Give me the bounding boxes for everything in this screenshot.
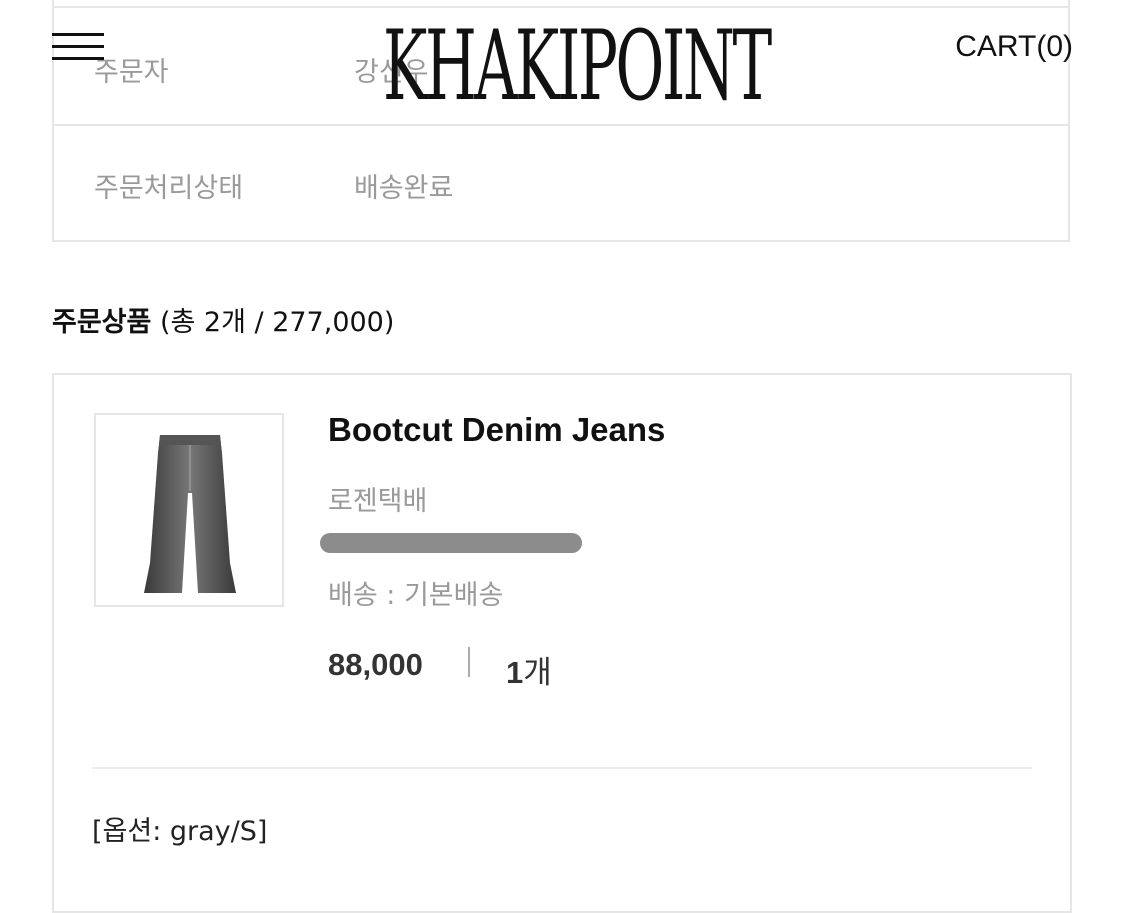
quantity-number: 1 [506,655,524,690]
product-name[interactable]: Bootcut Denim Jeans [328,411,665,449]
hamburger-menu-icon[interactable] [52,33,104,61]
cart-link[interactable]: CART(0) [955,30,1073,64]
order-status-value: 배송완료 [354,173,454,204]
section-title: 주문상품 [52,307,152,338]
product-option: [옵션: gray/S] [92,816,268,847]
product-card: Bootcut Denim Jeans 로젠택배 배송 : 기본배송 88,00… [52,373,1072,913]
ordered-products-heading: 주문상품 (총 2개 / 277,000) [52,300,394,339]
brand-logo[interactable]: KHAKIPOINT [383,8,772,124]
product-price: 88,000 [328,647,423,682]
order-summary: (총 2개 / 277,000) [159,307,395,338]
order-info-row-status: 주문처리상태 배송완료 [54,124,1068,240]
orderer-label: 주문자 [94,57,169,88]
tracking-number-redacted [320,533,582,553]
jeans-image-icon [144,435,236,593]
card-divider [92,767,1032,769]
product-thumbnail[interactable] [94,413,284,607]
order-status-label: 주문처리상태 [94,173,244,204]
price-qty-divider [468,647,470,677]
courier-name: 로젠택배 [328,486,428,517]
shipping-method: 배송 : 기본배송 [328,580,504,611]
product-quantity: 1개 [506,647,552,692]
quantity-unit: 개 [523,655,552,691]
